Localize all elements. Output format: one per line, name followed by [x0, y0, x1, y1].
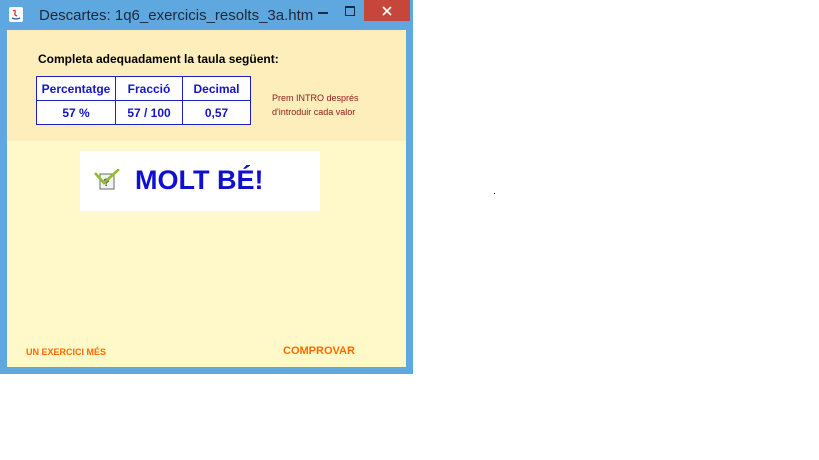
hint-line: Prem INTRO després: [272, 93, 359, 103]
feedback-message: MOLT BÉ!: [135, 165, 264, 195]
maximize-button[interactable]: [337, 0, 363, 21]
table-row: 57 % 57 / 100 0,57: [36, 100, 251, 125]
feedback-box: ? MOLT BÉ!: [80, 151, 320, 211]
close-icon: [382, 5, 392, 16]
exercise-panel: Completa adequadament la taula següent: …: [7, 30, 406, 367]
close-button[interactable]: [364, 0, 410, 21]
table-header-row: Percentatge Fracció Decimal: [36, 76, 251, 101]
instruction-text: Completa adequadament la taula següent:: [38, 52, 279, 66]
window-title: Descartes: 1q6_exercicis_resolts_3a.htm: [39, 7, 314, 24]
question-area: Completa adequadament la taula següent: …: [7, 30, 406, 141]
check-button[interactable]: COMPROVAR: [283, 345, 355, 357]
conversion-table: Percentatge Fracció Decimal 57 % 57 / 10…: [36, 76, 251, 125]
decimal-field[interactable]: 0,57: [182, 100, 251, 125]
java-app-icon: [9, 7, 23, 22]
minimize-icon: [318, 11, 328, 14]
header-decimal: Decimal: [182, 76, 251, 101]
app-window: Descartes: 1q6_exercicis_resolts_3a.htm …: [0, 0, 413, 374]
percentage-field[interactable]: 57 %: [36, 100, 116, 125]
minimize-button[interactable]: [310, 0, 336, 21]
header-fraccio: Fracció: [115, 76, 183, 101]
header-percentatge: Percentatge: [36, 76, 116, 101]
title-bar[interactable]: Descartes: 1q6_exercicis_resolts_3a.htm: [0, 0, 413, 30]
checkmark-icon: ?: [94, 169, 120, 190]
stray-dot: [494, 193, 495, 194]
hint-text: Prem INTRO després d'introduir cada valo…: [272, 91, 359, 119]
next-exercise-button[interactable]: UN EXERCICI MÉS: [26, 347, 106, 357]
maximize-icon: [345, 5, 355, 16]
fraction-field[interactable]: 57 / 100: [115, 100, 183, 125]
hint-line: d'introduir cada valor: [272, 107, 356, 117]
